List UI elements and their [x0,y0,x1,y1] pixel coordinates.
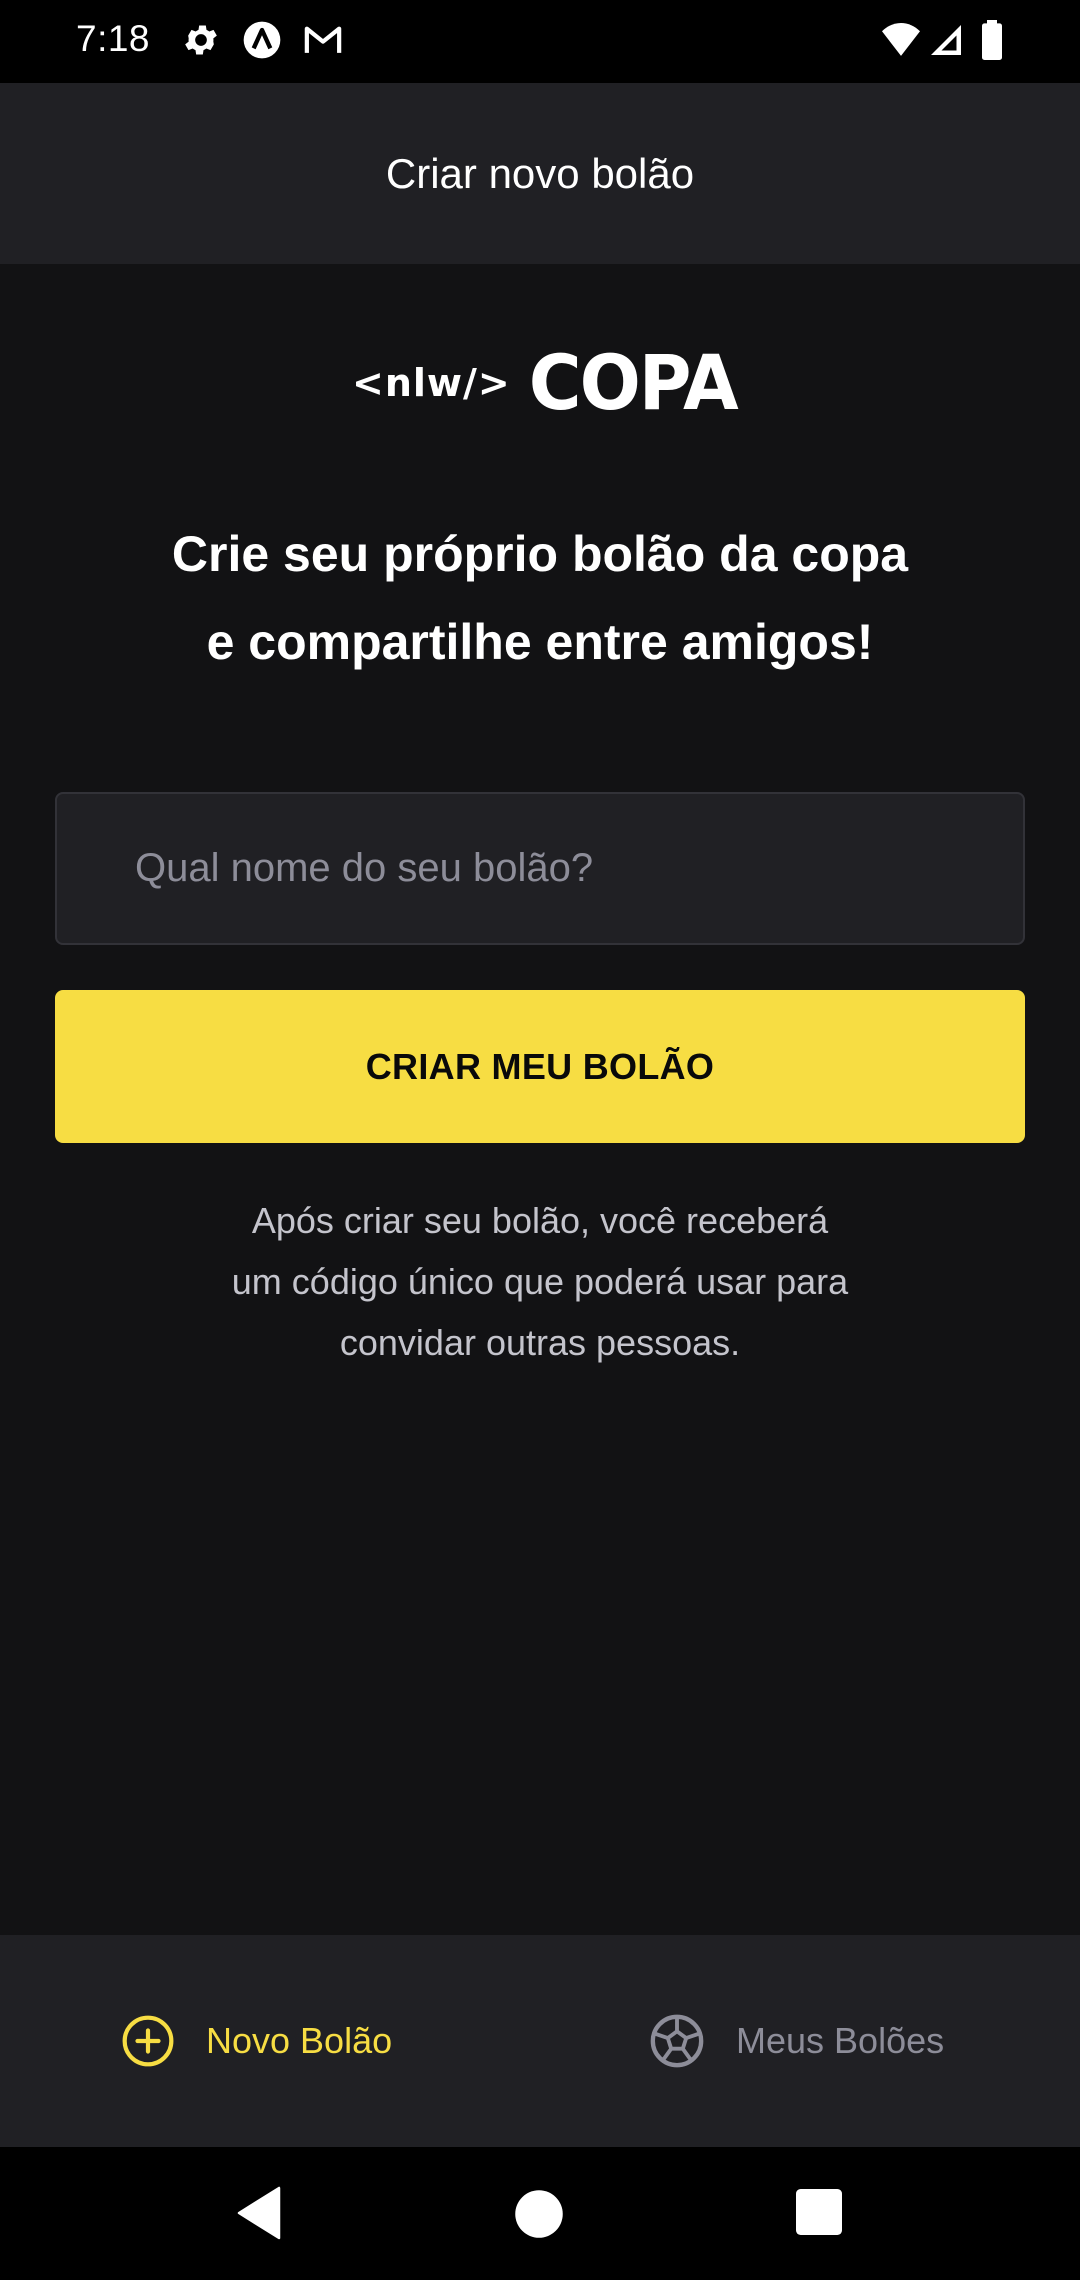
logo-brand-text: COPA [528,338,739,428]
status-time: 7:18 [76,18,151,59]
wifi-icon [882,22,920,56]
home-icon[interactable] [514,2189,564,2239]
create-pool-button[interactable]: CRIAR MEU BOLÃO [55,990,1025,1143]
pool-name-input[interactable] [55,792,1025,945]
helper-line-1: Após criar seu bolão, você receberá [251,1200,829,1241]
back-icon[interactable] [234,2185,284,2241]
headline: Crie seu próprio bolão da copa e compart… [0,510,1080,686]
logo-code-text: <nlw/> [352,361,511,405]
battery-icon [982,20,1002,60]
tab-novo-bolao-label: Novo Bolão [206,2020,393,2061]
plus-circle-icon [122,2015,174,2067]
nlw-copa-logo: <nlw/> COPA [352,339,739,427]
system-nav-bar [0,2147,1080,2280]
tab-meus-boloes-label: Meus Bolões [736,2020,945,2061]
helper-line-2: um código único que poderá usar para [231,1261,849,1302]
status-bar: 7:18 [0,0,1080,83]
gear-icon [185,25,217,55]
helper-text: Após criar seu bolão, você receberá um c… [0,1190,1080,1373]
headline-line-2: e compartilhe entre amigos! [206,614,874,670]
a-circle-icon [243,21,281,59]
signal-icon [931,25,961,55]
recents-icon[interactable] [796,2189,842,2235]
tab-meus-boloes[interactable]: Meus Bolões [648,1935,944,2147]
page-title: Criar novo bolão [385,149,695,197]
gmail-icon [304,26,342,53]
soccer-ball-icon [650,2014,704,2068]
helper-line-3: convidar outras pessoas. [339,1322,741,1363]
app-header: Criar novo bolão [0,83,1080,264]
bottom-tab-bar: Novo Bolão Meus Bolões [0,1935,1080,2147]
tab-novo-bolao[interactable]: Novo Bolão [120,1935,392,2147]
headline-line-1: Crie seu próprio bolão da copa [171,526,909,582]
